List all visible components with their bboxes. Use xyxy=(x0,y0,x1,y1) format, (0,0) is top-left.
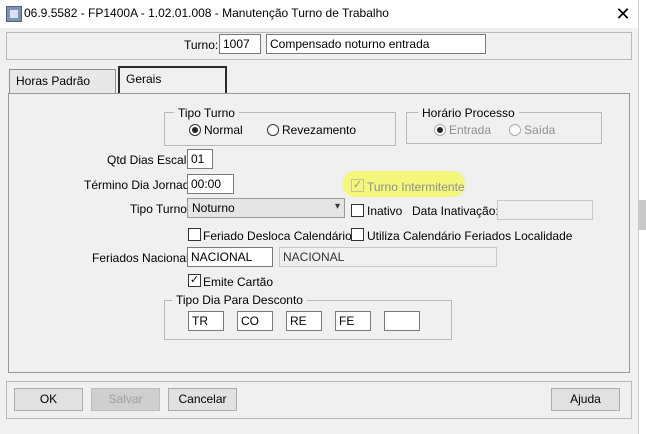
radio-entrada[interactable] xyxy=(434,124,446,136)
data-inativacao-label: Data Inativação: xyxy=(412,204,499,218)
tab-gerais-label: Gerais xyxy=(126,72,162,86)
qtd-dias-field[interactable]: 01 xyxy=(187,149,213,169)
salvar-button[interactable]: Salvar xyxy=(91,388,160,411)
tipo-turno-select[interactable]: Noturno ▾ xyxy=(187,198,345,218)
radio-normal-label: Normal xyxy=(204,123,243,137)
desconto-field-2[interactable]: CO xyxy=(237,311,273,331)
tab-gerais[interactable]: Gerais xyxy=(118,66,227,94)
turno-code-field[interactable]: 1007 xyxy=(219,34,261,54)
utiliza-calendario-label: Utiliza Calendário Feriados Localidade xyxy=(367,229,573,243)
feriado-desloca-label: Feriado Desloca Calendário xyxy=(203,229,352,243)
ajuda-button[interactable]: Ajuda xyxy=(551,388,620,411)
desconto-field-5[interactable] xyxy=(384,311,420,331)
feriados-nacionais-code-field[interactable]: NACIONAL xyxy=(187,247,273,267)
app-icon xyxy=(6,6,22,22)
cancelar-button[interactable]: Cancelar xyxy=(168,388,237,411)
radio-entrada-label: Entrada xyxy=(449,123,492,137)
emite-cartao-label: Emite Cartão xyxy=(203,275,274,289)
tipo-dia-desconto-title: Tipo Dia Para Desconto xyxy=(172,293,307,307)
tipo-turno-label: Tipo Turno: xyxy=(130,202,191,216)
chevron-down-icon: ▾ xyxy=(334,201,340,212)
tipo-turno-group-title: Tipo Turno xyxy=(174,106,239,120)
desconto-field-1[interactable]: TR xyxy=(188,311,224,331)
close-icon[interactable]: ✕ xyxy=(608,2,638,26)
horario-processo-title: Horário Processo xyxy=(418,106,519,120)
feriado-desloca-checkbox[interactable] xyxy=(188,228,201,241)
data-inativacao-field[interactable] xyxy=(497,200,593,220)
utiliza-calendario-checkbox[interactable] xyxy=(351,228,364,241)
termino-field[interactable]: 00:00 xyxy=(187,174,234,194)
window-title: 06.9.5582 - FP1400A - 1.02.01.008 - Manu… xyxy=(24,6,389,20)
turno-intermitente-checkbox[interactable]: ✓ xyxy=(351,179,364,192)
feriados-nacionais-label: Feriados Nacionais: xyxy=(92,251,199,265)
qtd-dias-label: Qtd Dias Escala: xyxy=(107,153,197,167)
feriados-nacionais-desc-field: NACIONAL xyxy=(279,247,497,267)
radio-saida[interactable] xyxy=(509,124,521,136)
radio-normal[interactable] xyxy=(189,124,201,136)
inativo-label: Inativo xyxy=(367,204,403,218)
emite-cartao-checkbox[interactable]: ✓ xyxy=(188,274,201,287)
title-bar: 06.9.5582 - FP1400A - 1.02.01.008 - Manu… xyxy=(0,0,638,28)
turno-description-field[interactable]: Compensado noturno entrada xyxy=(266,34,486,54)
main-window: 06.9.5582 - FP1400A - 1.02.01.008 - Manu… xyxy=(0,0,639,434)
radio-revezamento[interactable] xyxy=(267,124,279,136)
termino-label: Término Dia Jornada: xyxy=(84,178,200,192)
tab-horas-padrao-label: Horas Padrão xyxy=(16,74,91,88)
tab-horas-padrao[interactable]: Horas Padrão xyxy=(9,69,116,93)
inativo-checkbox[interactable] xyxy=(351,204,364,217)
background-scrollbar-edge xyxy=(638,200,646,230)
desconto-field-3[interactable]: RE xyxy=(286,311,322,331)
turno-intermitente-label: Turno Intermitente xyxy=(367,180,465,194)
desconto-field-4[interactable]: FE xyxy=(335,311,371,331)
radio-revezamento-label: Revezamento xyxy=(282,123,357,137)
radio-saida-label: Saída xyxy=(524,123,556,137)
tipo-turno-value: Noturno xyxy=(192,201,235,215)
turno-label: Turno: xyxy=(184,38,219,52)
ok-button[interactable]: OK xyxy=(14,388,83,411)
